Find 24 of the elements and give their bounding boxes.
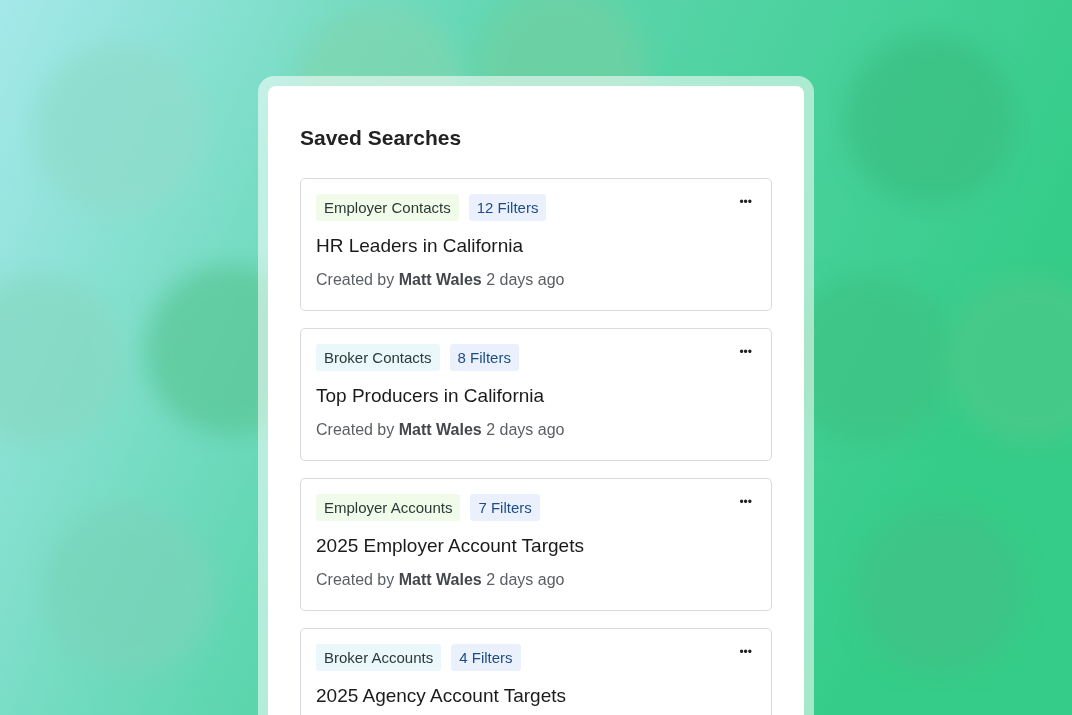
- search-name: 2025 Agency Account Targets: [316, 685, 567, 707]
- search-name: HR Leaders in California: [316, 235, 524, 257]
- created-by-text: Created by Matt Wales 2 days ago: [316, 571, 566, 589]
- more-button[interactable]: •••: [739, 645, 752, 659]
- search-card[interactable]: Employer Accounts 7 Filters ••• 2025 Employer Account Targets Created by Matt Wales 2 days ago: [300, 478, 772, 611]
- filter-count-tag: 4 Filters: [451, 644, 521, 671]
- category-tag: Employer Contacts: [316, 194, 459, 221]
- search-name: Top Producers in California: [316, 385, 546, 407]
- category-tag: Broker Accounts: [316, 644, 442, 671]
- more-button[interactable]: •••: [739, 495, 752, 509]
- category-tag: Broker Contacts: [316, 344, 440, 371]
- category-tag: Employer Accounts: [316, 494, 461, 521]
- search-card[interactable]: Broker Contacts 8 Filters ••• Top Producers in California Created by Matt Wales 2 days ago: [300, 328, 772, 461]
- search-card[interactable]: Employer Contacts 12 Filters ••• HR Leaders in California Created by Matt Wales 2 days ago: [300, 178, 772, 311]
- panel-title: Saved Searches: [300, 126, 463, 150]
- created-by-text: Created by Matt Wales 2 days ago: [316, 271, 566, 289]
- more-button[interactable]: •••: [739, 195, 752, 209]
- created-by-text: Created by Matt Wales 2 days ago: [316, 421, 566, 439]
- filter-count-tag: 12 Filters: [468, 194, 547, 221]
- more-button[interactable]: •••: [739, 345, 752, 359]
- filter-count-tag: 8 Filters: [449, 344, 519, 371]
- filter-count-tag: 7 Filters: [470, 494, 540, 521]
- search-card[interactable]: Broker Accounts 4 Filters ••• 2025 Agency Account Targets: [300, 628, 772, 715]
- search-name: 2025 Employer Account Targets: [316, 535, 585, 557]
